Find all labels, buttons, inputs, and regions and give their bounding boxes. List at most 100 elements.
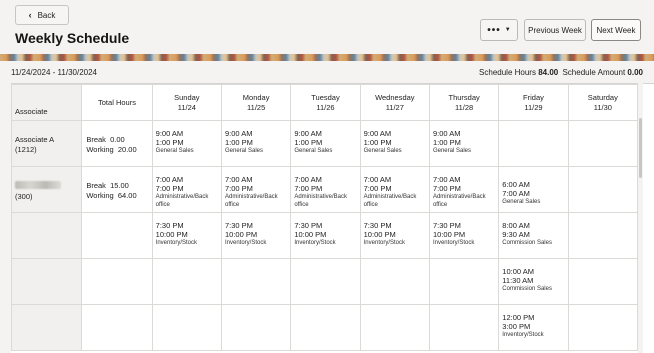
shift-start-time: 6:00 AM (502, 180, 530, 189)
shift-end-time: 10:00 PM (224, 230, 258, 239)
associate-cell (11, 258, 83, 305)
schedule-cell[interactable] (151, 304, 222, 351)
schedule-cell[interactable]: 7:30 PM 10:00 PM Inventory/Stock (290, 212, 361, 259)
shift-start-time: 9:00 AM (432, 129, 461, 138)
schedule-cell[interactable]: 9:00 AM 1:00 PM General Sales (359, 120, 430, 167)
day-header-wednesday[interactable]: Wednesday 11/27 (359, 84, 430, 121)
shift-start-time: 7:30 PM (155, 221, 184, 230)
schedule-cell[interactable]: 9:00 AM 1:00 PM General Sales (220, 120, 292, 167)
shift-department: Inventory/Stock (363, 240, 405, 246)
schedule-cell[interactable] (567, 258, 639, 305)
shift-end-time: 7:00 PM (294, 184, 323, 193)
total-hours-cell: Break 15.00 Working 64.00 (81, 166, 153, 213)
schedule-cell[interactable]: 7:00 AM 7:00 PM Administrative/Back office (428, 166, 500, 213)
schedule-cell[interactable]: 7:30 PM 10:00 PM Inventory/Stock (151, 212, 222, 259)
shift-start-time: 7:00 AM (363, 175, 392, 184)
shift-end-time: 1:00 PM (432, 138, 461, 147)
schedule-cell[interactable]: 10:00 AM 11:30 AM Commission Sales (498, 258, 569, 305)
shift-start-time: 10:00 AM (502, 267, 534, 276)
schedule-cell[interactable] (567, 304, 639, 351)
schedule-cell[interactable]: 12:00 PM 3:00 PM Inventory/Stock (498, 304, 569, 351)
shift-end-time: 1:00 PM (224, 138, 253, 147)
schedule-cell[interactable] (359, 258, 430, 305)
shift-start-time: 7:00 AM (294, 175, 322, 184)
schedule-cell[interactable] (428, 258, 500, 305)
shift-department: Inventory/Stock (432, 240, 475, 246)
shift-department: Administrative/Back office (363, 194, 417, 208)
schedule-cell[interactable]: 7:00 AM 7:00 PM Administrative/Back office (290, 166, 361, 213)
schedule-cell[interactable] (220, 258, 292, 305)
back-button[interactable]: ‹ Back (15, 5, 69, 25)
schedule-cell[interactable]: 7:00 AM 7:00 PM Administrative/Back office (359, 166, 430, 213)
shift-end-time: 7:00 AM (502, 189, 530, 198)
schedule-cell[interactable] (290, 258, 361, 305)
caret-down-icon: ▼ (504, 27, 511, 33)
shift-end-time: 11:30 AM (502, 276, 534, 285)
more-actions-button[interactable]: ••• ▼ (480, 19, 518, 41)
day-header-saturday[interactable]: Saturday 11/30 (567, 84, 639, 121)
schedule-cell[interactable]: 7:30 PM 10:00 PM Inventory/Stock (220, 212, 292, 259)
schedule-cell[interactable] (567, 166, 639, 213)
table-row: 10:00 AM 11:30 AM Commission Sales (11, 258, 639, 305)
day-header-tuesday[interactable]: Tuesday 11/26 (290, 84, 361, 121)
total-hours-column-header[interactable]: Total Hours (81, 84, 153, 121)
schedule-hours-label: Schedule Hours (479, 67, 536, 77)
schedule-amount-label: Schedule Amount (562, 67, 626, 77)
schedule-totals: Schedule Hours 84.00 Schedule Amount 0.0… (477, 68, 643, 77)
day-header-friday[interactable]: Friday 11/29 (498, 84, 569, 121)
shift-start-time: 7:30 PM (224, 221, 253, 230)
schedule-cell[interactable] (290, 304, 361, 351)
schedule-summary-bar: 11/24/2024 - 11/30/2024 Schedule Hours 8… (0, 61, 654, 83)
associate-id: (1212) (15, 145, 37, 154)
associate-cell[interactable]: (300) (11, 166, 83, 213)
schedule-cell[interactable] (428, 304, 500, 351)
schedule-cell[interactable]: 6:00 AM 7:00 AM General Sales (498, 166, 569, 213)
schedule-cell[interactable] (220, 304, 292, 351)
shift-department: General Sales (502, 199, 541, 205)
schedule-cell[interactable]: 7:00 AM 7:00 PM Administrative/Back office (151, 166, 222, 213)
shift-start-time: 7:30 PM (363, 221, 392, 230)
shift-department: Administrative/Back office (155, 194, 209, 208)
schedule-cell[interactable]: 8:00 AM 9:30 AM Commission Sales (498, 212, 569, 259)
day-header-thursday[interactable]: Thursday 11/28 (428, 84, 500, 121)
schedule-cell[interactable]: 9:00 AM 1:00 PM General Sales (428, 120, 500, 167)
shift-end-time: 10:00 PM (363, 230, 396, 239)
scrollbar-thumb[interactable] (639, 118, 642, 178)
shift-start-time: 9:00 AM (155, 129, 184, 138)
schedule-cell[interactable] (151, 258, 222, 305)
shift-start-time: 12:00 PM (502, 313, 535, 322)
shift-department: Inventory/Stock (155, 240, 198, 246)
day-header-sunday[interactable]: Sunday 11/24 (151, 84, 222, 121)
schedule-cell[interactable] (359, 304, 430, 351)
shift-department: General Sales (363, 148, 402, 154)
schedule-cell[interactable]: 7:30 PM 10:00 PM Inventory/Stock (359, 212, 430, 259)
shift-department: General Sales (294, 148, 333, 154)
associate-cell[interactable]: Associate A (1212) (11, 120, 83, 167)
shift-department: Inventory/Stock (224, 240, 267, 246)
schedule-cell[interactable]: 7:00 AM 7:00 PM Administrative/Back office (220, 166, 292, 213)
shift-department: Administrative/Back office (294, 194, 347, 208)
table-row: Associate A (1212) Break 0.00 Working 20.00… (11, 120, 639, 167)
schedule-cell[interactable]: 9:00 AM 1:00 PM General Sales (290, 120, 361, 167)
next-week-button[interactable]: Next Week (591, 19, 641, 41)
schedule-cell[interactable]: 9:00 AM 1:00 PM General Sales (151, 120, 222, 167)
schedule-cell[interactable] (498, 120, 569, 167)
shift-start-time: 9:00 AM (224, 129, 253, 138)
previous-week-button[interactable]: Previous Week (524, 19, 586, 41)
schedule-grid: Associate Total Hours Sunday 11/24 Monday… (11, 83, 654, 353)
day-header-monday[interactable]: Monday 11/25 (220, 84, 292, 121)
associate-column-header[interactable]: Associate (11, 84, 83, 121)
shift-end-time: 7:00 PM (155, 184, 184, 193)
schedule-cell[interactable]: 7:30 PM 10:00 PM Inventory/Stock (428, 212, 500, 259)
schedule-cell[interactable] (567, 212, 639, 259)
shift-department: General Sales (155, 148, 194, 154)
break-hours: Break 0.00 (86, 135, 125, 144)
shift-end-time: 10:00 PM (432, 230, 466, 239)
page-title: Weekly Schedule (15, 30, 130, 46)
associate-name-redacted (15, 181, 61, 189)
date-range: 11/24/2024 - 11/30/2024 (11, 67, 97, 77)
total-hours-cell (81, 304, 153, 351)
shift-start-time: 7:00 AM (155, 175, 184, 184)
schedule-cell[interactable] (567, 120, 639, 167)
shift-end-time: 7:00 PM (432, 184, 461, 193)
